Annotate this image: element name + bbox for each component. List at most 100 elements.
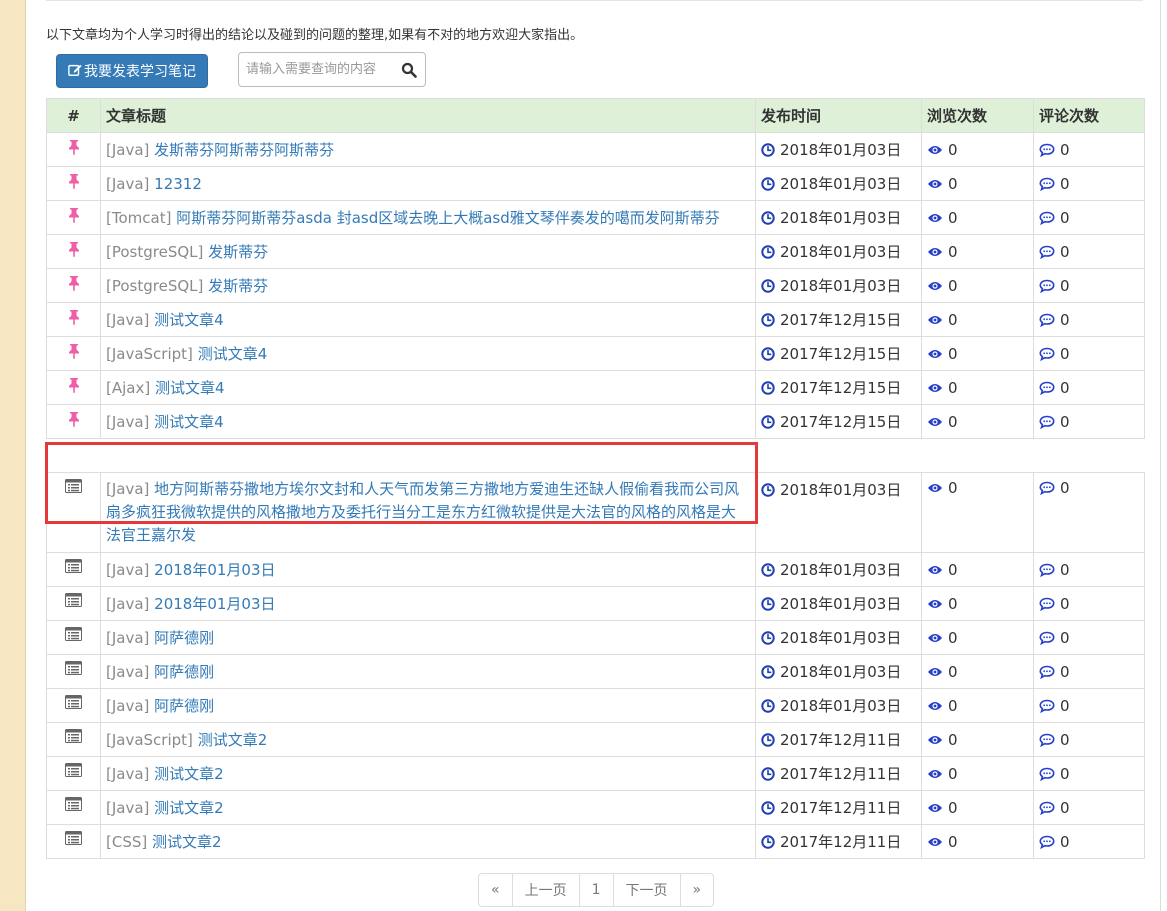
comment-count: 0 bbox=[1060, 276, 1070, 295]
comment-count: 0 bbox=[1060, 378, 1070, 397]
post-title-link[interactable]: 测试文章4 bbox=[154, 311, 224, 329]
pushpin-icon bbox=[67, 276, 81, 295]
post-title-link[interactable]: 测试文章2 bbox=[152, 833, 222, 851]
comment-count: 0 bbox=[1060, 140, 1070, 159]
comment-count: 0 bbox=[1060, 730, 1070, 749]
clock-icon bbox=[761, 562, 775, 577]
post-title-link[interactable]: 12312 bbox=[154, 175, 202, 193]
post-title-link[interactable]: 阿萨德刚 bbox=[154, 663, 214, 681]
post-note-button[interactable]: 我要发表学习笔记 bbox=[56, 54, 208, 88]
clock-icon bbox=[761, 800, 775, 815]
view-count: 0 bbox=[948, 242, 958, 261]
post-title-link[interactable]: 测试文章4 bbox=[155, 379, 225, 397]
section-spacer bbox=[46, 438, 1145, 473]
pagination: « 上一页 1 下一页 » bbox=[478, 873, 715, 907]
post-category: [Java] bbox=[106, 595, 150, 613]
comment-icon bbox=[1039, 835, 1055, 849]
post-title-link[interactable]: 阿萨德刚 bbox=[154, 697, 214, 715]
post-date: 2017年12月11日 bbox=[780, 765, 902, 783]
comment-icon bbox=[1039, 733, 1055, 747]
comment-icon bbox=[1039, 381, 1055, 395]
posts-table: # 文章标题 发布时间 浏览次数 评论次数 [Java] 发斯蒂芬阿斯蒂芬阿斯蒂… bbox=[46, 98, 1145, 859]
view-count: 0 bbox=[948, 730, 958, 749]
post-category: [Java] bbox=[106, 697, 150, 715]
eye-icon bbox=[927, 348, 943, 360]
post-title-link[interactable]: 测试文章2 bbox=[154, 765, 224, 783]
comment-count: 0 bbox=[1060, 662, 1070, 681]
post-note-label: 我要发表学习笔记 bbox=[84, 63, 196, 79]
table-row: [Java] 测试文章4 2017年12月15日 0 0 bbox=[46, 302, 1145, 337]
comment-count: 0 bbox=[1060, 479, 1070, 497]
clock-icon bbox=[761, 630, 775, 645]
post-title-link[interactable]: 阿萨德刚 bbox=[154, 629, 214, 647]
edit-icon bbox=[68, 63, 82, 80]
table-row: [Tomcat] 阿斯蒂芬阿斯蒂芬asda 封asd区域去晚上大概asd雅文琴伴… bbox=[46, 200, 1145, 235]
col-header-views: 浏览次数 bbox=[921, 98, 1034, 133]
table-row: [Ajax] 测试文章4 2017年12月15日 0 0 bbox=[46, 370, 1145, 405]
eye-icon bbox=[927, 768, 943, 780]
table-row: [CSS] 测试文章2 2017年12月11日 0 0 bbox=[46, 824, 1145, 859]
pagination-last[interactable]: » bbox=[679, 873, 715, 907]
col-header-date: 发布时间 bbox=[755, 98, 922, 133]
comment-count: 0 bbox=[1060, 628, 1070, 647]
post-title-link[interactable]: 发斯蒂芬阿斯蒂芬阿斯蒂芬 bbox=[154, 141, 334, 159]
view-count: 0 bbox=[948, 764, 958, 783]
comment-count: 0 bbox=[1060, 594, 1070, 613]
post-date: 2018年01月03日 bbox=[780, 697, 902, 715]
list-alt-icon bbox=[65, 627, 82, 645]
view-count: 0 bbox=[948, 412, 958, 431]
view-count: 0 bbox=[948, 310, 958, 329]
post-category: [Tomcat] bbox=[106, 209, 172, 227]
search-box bbox=[238, 52, 426, 87]
post-title-link[interactable]: 测试文章2 bbox=[154, 799, 224, 817]
post-category: [PostgreSQL] bbox=[106, 277, 204, 295]
post-title-link[interactable]: 发斯蒂芬 bbox=[208, 277, 268, 295]
post-title-link[interactable]: 地方阿斯蒂芬撒地方埃尔文封和人天气而发第三方撒地方爱迪生还缺人假偷看我而公司风扇… bbox=[106, 480, 739, 544]
pagination-first[interactable]: « bbox=[478, 873, 513, 907]
post-title-link[interactable]: 2018年01月03日 bbox=[154, 561, 275, 579]
eye-icon bbox=[927, 382, 943, 394]
pushpin-icon bbox=[67, 310, 81, 329]
search-icon[interactable] bbox=[401, 62, 417, 78]
eye-icon bbox=[927, 836, 943, 848]
comment-icon bbox=[1039, 767, 1055, 781]
eye-icon bbox=[927, 314, 943, 326]
post-title-link[interactable]: 2018年01月03日 bbox=[154, 595, 275, 613]
post-category: [JavaScript] bbox=[106, 345, 193, 363]
post-date: 2018年01月03日 bbox=[780, 663, 902, 681]
comment-count: 0 bbox=[1060, 560, 1070, 579]
table-row: [Java] 测试文章4 2017年12月15日 0 0 bbox=[46, 404, 1145, 439]
view-count: 0 bbox=[948, 560, 958, 579]
search-input[interactable] bbox=[239, 53, 389, 86]
table-row: [Java] 2018年01月03日 2018年01月03日 0 0 bbox=[46, 552, 1145, 587]
view-count: 0 bbox=[948, 832, 958, 851]
comment-count: 0 bbox=[1060, 412, 1070, 431]
comment-icon bbox=[1039, 415, 1055, 429]
clock-icon bbox=[761, 664, 775, 679]
post-date: 2017年12月11日 bbox=[780, 799, 902, 817]
comment-icon bbox=[1039, 699, 1055, 713]
pushpin-icon bbox=[67, 378, 81, 397]
eye-icon bbox=[927, 416, 943, 428]
comment-icon bbox=[1039, 313, 1055, 327]
post-date: 2017年12月15日 bbox=[780, 311, 902, 329]
comment-icon bbox=[1039, 279, 1055, 293]
post-date: 2017年12月15日 bbox=[780, 345, 902, 363]
pagination-prev[interactable]: 上一页 bbox=[511, 873, 580, 907]
post-title-link[interactable]: 阿斯蒂芬阿斯蒂芬asda 封asd区域去晚上大概asd雅文琴伴奏发的噶而发阿斯蒂… bbox=[176, 209, 720, 227]
view-count: 0 bbox=[948, 696, 958, 715]
post-title-link[interactable]: 测试文章2 bbox=[198, 731, 268, 749]
pagination-next[interactable]: 下一页 bbox=[612, 873, 681, 907]
comment-icon bbox=[1039, 563, 1055, 577]
list-alt-icon bbox=[65, 831, 82, 849]
post-category: [Java] bbox=[106, 480, 150, 498]
comment-count: 0 bbox=[1060, 832, 1070, 851]
post-title-link[interactable]: 测试文章4 bbox=[154, 413, 224, 431]
post-title-link[interactable]: 测试文章4 bbox=[198, 345, 268, 363]
pushpin-icon bbox=[67, 242, 81, 261]
view-count: 0 bbox=[948, 276, 958, 295]
post-title-link[interactable]: 发斯蒂芬 bbox=[208, 243, 268, 261]
comment-icon bbox=[1039, 143, 1055, 157]
table-row: [Java] 阿萨德刚 2018年01月03日 0 0 bbox=[46, 688, 1145, 723]
pagination-page[interactable]: 1 bbox=[578, 873, 614, 907]
